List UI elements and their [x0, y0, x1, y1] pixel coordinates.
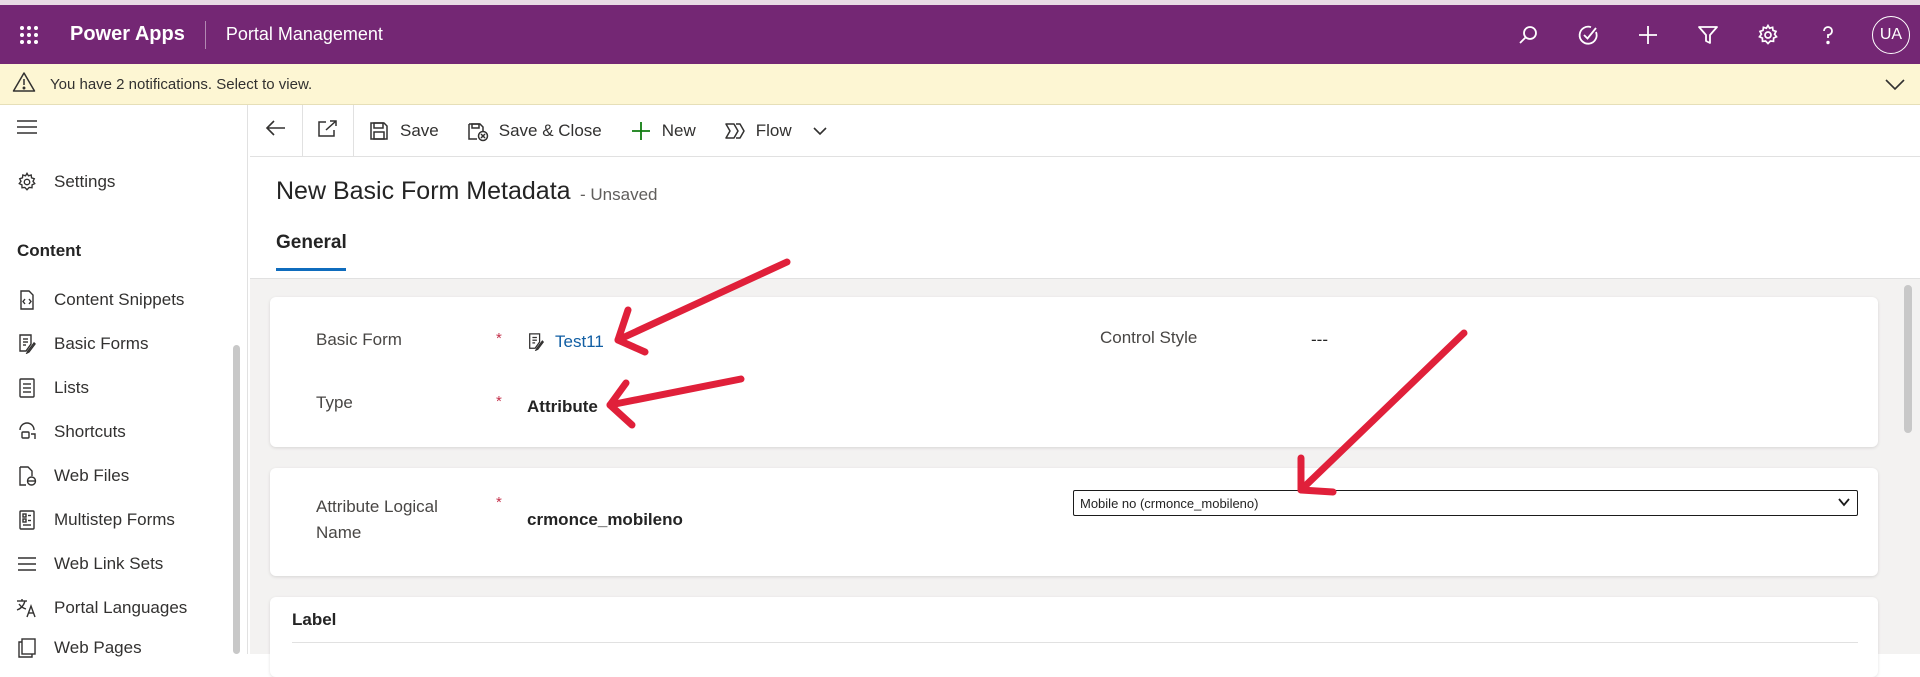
sidebar-item-label: Multistep Forms: [54, 510, 175, 529]
general-section-card: [270, 297, 1878, 447]
new-label: New: [661, 120, 696, 140]
tab-general[interactable]: General: [276, 232, 347, 254]
sidebar-item-lists[interactable]: Lists: [16, 377, 89, 399]
basic-form-value: Test11: [555, 332, 604, 351]
save-icon: [368, 120, 390, 142]
control-style-value[interactable]: ---: [1311, 330, 1328, 350]
label-section-title: Label: [292, 610, 337, 629]
attribute-select-dropdown[interactable]: Mobile no (crmonce_mobileno): [1073, 490, 1858, 516]
sidebar-scrollbar[interactable]: [233, 345, 240, 654]
app-name[interactable]: Power Apps: [70, 23, 185, 46]
app-subtitle[interactable]: Portal Management: [226, 24, 383, 45]
sidebar-item-basic-forms[interactable]: Basic Forms: [16, 333, 148, 355]
save-close-label: Save & Close: [498, 120, 602, 140]
search-icon[interactable]: [1498, 5, 1558, 64]
save-status: - Unsaved: [580, 185, 658, 204]
sidebar-item-label: Settings: [54, 172, 116, 191]
form-icon: [16, 333, 38, 355]
control-style-label: Control Style: [1100, 328, 1198, 347]
sidebar-item-portal-languages[interactable]: Portal Languages: [16, 597, 187, 619]
web-page-icon: [16, 637, 38, 659]
header-divider: [204, 20, 206, 49]
list-icon: [16, 377, 38, 399]
content-snippet-icon: [16, 289, 38, 311]
sidebar-item-label: Content Snippets: [54, 290, 185, 309]
user-avatar[interactable]: UA: [1872, 15, 1910, 54]
basic-form-label: Basic Form: [316, 330, 402, 349]
new-button[interactable]: New: [630, 105, 696, 157]
sidebar-item-label: Portal Languages: [54, 598, 188, 617]
app-header: Power Apps Portal Management UA: [0, 5, 1920, 64]
save-and-close-button[interactable]: Save & Close: [467, 105, 602, 157]
chevron-down-icon: [1837, 495, 1851, 512]
label-line: Name: [316, 523, 362, 542]
section-divider: [292, 642, 1858, 643]
link-set-icon: [16, 553, 38, 575]
gear-icon: [16, 171, 38, 193]
basic-form-lookup-link[interactable]: Test11: [527, 332, 604, 352]
label-section-card: [270, 597, 1878, 677]
warning-icon: [12, 71, 36, 98]
back-button[interactable]: [250, 105, 302, 157]
flow-button[interactable]: Flow: [724, 105, 792, 157]
attribute-logical-name-value[interactable]: crmonce_mobileno: [527, 510, 683, 530]
sidebar-item-settings[interactable]: Settings: [16, 171, 115, 193]
form-record-icon: [527, 333, 545, 351]
flow-label: Flow: [755, 120, 792, 140]
sidebar-item-label: Web Link Sets: [54, 554, 164, 573]
save-button[interactable]: Save: [368, 105, 439, 157]
filter-icon[interactable]: [1678, 5, 1738, 64]
page-title: New Basic Form Metadata: [276, 177, 571, 205]
label-line: Attribute Logical: [316, 497, 438, 516]
sidebar: Settings Content Content Snippets Basic …: [0, 105, 248, 658]
add-icon[interactable]: [1618, 5, 1678, 64]
attribute-logical-name-label: Attribute Logical Name: [316, 494, 438, 546]
hamburger-menu-icon[interactable]: [16, 119, 38, 135]
attribute-select-value: Mobile no (crmonce_mobileno): [1080, 495, 1259, 511]
open-in-new-window-button[interactable]: [302, 104, 354, 157]
sidebar-item-web-link-sets[interactable]: Web Link Sets: [16, 553, 163, 575]
flow-icon: [724, 120, 746, 142]
language-icon: [16, 597, 38, 619]
sidebar-item-label: Web Files: [54, 466, 130, 485]
chevron-down-icon[interactable]: [1884, 74, 1906, 99]
tab-selected-indicator: [276, 268, 346, 271]
sidebar-item-shortcuts[interactable]: Shortcuts: [16, 421, 126, 443]
task-check-icon[interactable]: [1558, 5, 1618, 64]
required-indicator: *: [496, 330, 502, 347]
sidebar-group-content: Content: [17, 241, 82, 260]
plus-icon: [630, 120, 652, 142]
type-value[interactable]: Attribute: [527, 397, 598, 417]
flow-chevron-down-icon[interactable]: [812, 105, 828, 157]
save-label: Save: [400, 120, 439, 140]
sidebar-item-multistep-forms[interactable]: Multistep Forms: [16, 509, 175, 531]
required-indicator: *: [496, 494, 502, 511]
type-label: Type: [316, 393, 353, 412]
sidebar-item-label: Shortcuts: [54, 422, 126, 441]
file-icon: [16, 465, 38, 487]
sidebar-item-content-snippets[interactable]: Content Snippets: [16, 289, 184, 311]
multistep-form-icon: [16, 509, 38, 531]
required-indicator: *: [496, 393, 502, 410]
notification-bar[interactable]: You have 2 notifications. Select to view…: [0, 64, 1920, 105]
back-arrow-icon: [265, 119, 287, 142]
app-launcher-icon[interactable]: [0, 5, 58, 64]
sidebar-item-web-pages[interactable]: Web Pages: [16, 637, 142, 659]
sidebar-item-web-files[interactable]: Web Files: [16, 465, 129, 487]
command-bar: Save Save & Close New Flow: [250, 104, 1920, 157]
shortcut-icon: [16, 421, 38, 443]
notification-text[interactable]: You have 2 notifications. Select to view…: [50, 76, 312, 93]
pop-out-icon: [317, 118, 339, 143]
help-icon[interactable]: [1798, 5, 1858, 64]
attribute-section-card: [270, 468, 1878, 576]
sidebar-item-label: Web Pages: [54, 638, 142, 657]
sidebar-item-label: Basic Forms: [54, 334, 149, 353]
content-scrollbar[interactable]: [1904, 285, 1912, 433]
settings-gear-icon[interactable]: [1738, 5, 1798, 64]
sidebar-item-label: Lists: [54, 378, 89, 397]
save-close-icon: [467, 120, 489, 142]
